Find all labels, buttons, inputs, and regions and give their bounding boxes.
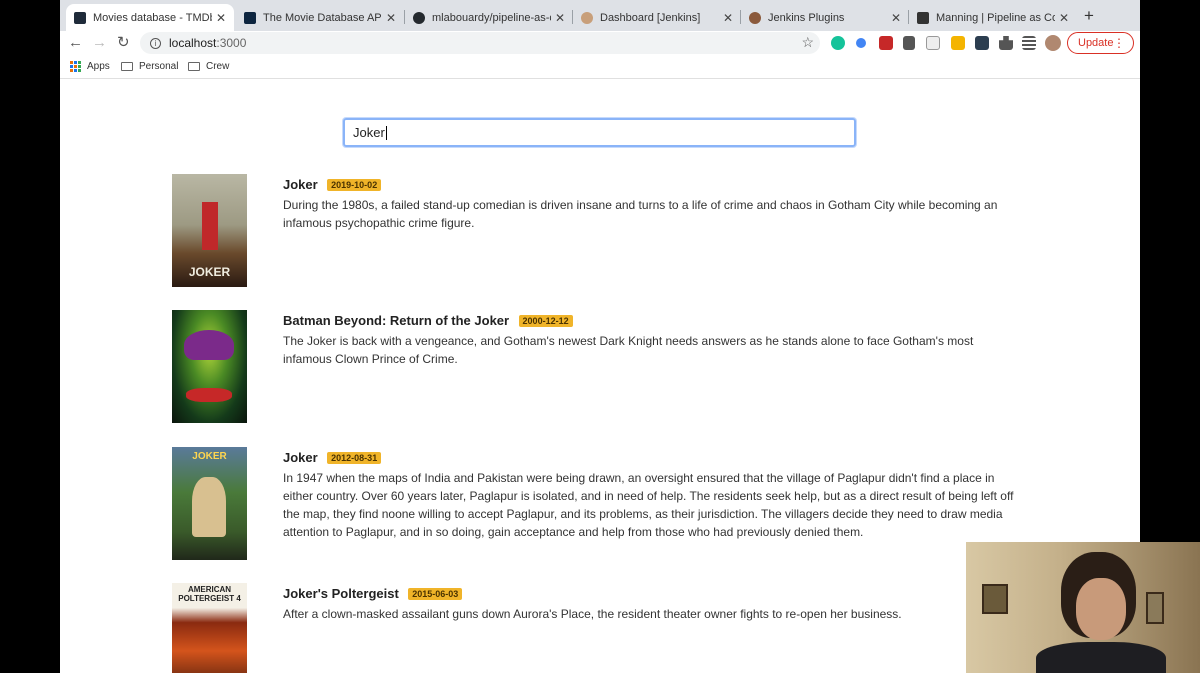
- search-value: Joker: [353, 125, 385, 140]
- close-icon[interactable]: ✕: [216, 11, 226, 25]
- media-queue-icon[interactable]: [1022, 36, 1036, 50]
- extension-c-icon[interactable]: [975, 36, 989, 50]
- movie-overview: The Joker is back with a vengeance, and …: [283, 334, 974, 366]
- tab-movie-database-api[interactable]: The Movie Database API ✕: [236, 4, 404, 31]
- close-icon[interactable]: ✕: [891, 11, 901, 25]
- tab-strip: Movies database - TMDb ✕ The Movie Datab…: [60, 0, 1140, 31]
- movie-title[interactable]: Joker: [283, 450, 318, 465]
- poster-figure: [202, 202, 218, 250]
- search-input[interactable]: Joker: [343, 118, 856, 147]
- bookmarks-bar: Apps Personal Crew: [60, 57, 1140, 79]
- react-icon: [74, 11, 86, 24]
- manning-icon: [917, 11, 929, 24]
- browser-toolbar: ← → ↻ i localhost:3000 ☆ Update ⋮: [60, 31, 1140, 57]
- extension-json-icon[interactable]: [926, 36, 940, 50]
- tab-github-pipeline[interactable]: mlabouardy/pipeline-as-code ✕: [405, 4, 573, 31]
- movie-info: Joker 2012-08-31 In 1947 when the maps o…: [283, 449, 1023, 541]
- bookmark-apps[interactable]: Apps: [70, 61, 110, 72]
- poster-figure: [192, 477, 226, 537]
- movie-overview: After a clown-masked assailant guns down…: [283, 607, 902, 621]
- github-icon: [413, 11, 425, 24]
- movie-poster: JOKER: [172, 447, 247, 560]
- release-date-badge: 2015-06-03: [408, 588, 463, 600]
- webcam-person-shirt: [1036, 642, 1166, 673]
- extension-yellow-icon[interactable]: [951, 36, 965, 50]
- extension-pen-icon[interactable]: [903, 36, 915, 50]
- webcam-person-face: [1076, 578, 1126, 640]
- movie-poster: [172, 310, 247, 423]
- movie-info: Batman Beyond: Return of the Joker 2000-…: [283, 312, 1023, 368]
- movie-overview: In 1947 when the maps of India and Pakis…: [283, 471, 1014, 539]
- update-label: Update: [1078, 37, 1114, 49]
- tab-title: Manning | Pipeline as Code: [936, 11, 1055, 24]
- release-date-badge: 2019-10-02: [327, 179, 382, 191]
- movie-info: Joker 2019-10-02 During the 1980s, a fai…: [283, 176, 1023, 232]
- bookmark-personal[interactable]: Personal: [121, 61, 178, 72]
- grammarly-icon[interactable]: [831, 36, 845, 50]
- reload-icon[interactable]: ↻: [117, 34, 130, 52]
- release-date-badge: 2000-12-12: [518, 315, 573, 327]
- jenkins-icon: [749, 11, 761, 24]
- poster-text: AMERICAN POLTERGEIST 4: [178, 585, 241, 603]
- tab-manning-pipeline[interactable]: Manning | Pipeline as Code ✕: [909, 4, 1077, 31]
- close-icon[interactable]: ✕: [386, 11, 396, 25]
- extensions-puzzle-icon[interactable]: [999, 36, 1013, 50]
- forward-arrow-icon[interactable]: →: [92, 34, 107, 52]
- movie-poster: AMERICAN POLTERGEIST 4: [172, 583, 247, 673]
- tmdb-icon: [244, 11, 256, 24]
- url-host: localhost: [169, 36, 217, 50]
- extension-red-icon[interactable]: [879, 36, 893, 50]
- movie-poster: JOKER: [172, 174, 247, 287]
- poster-figure: [186, 388, 232, 402]
- tab-jenkins-plugins[interactable]: Jenkins Plugins ✕: [741, 4, 909, 31]
- bookmark-crew[interactable]: Crew: [188, 61, 229, 72]
- bookmark-label: Personal: [139, 61, 179, 72]
- tab-title: Dashboard [Jenkins]: [600, 11, 701, 24]
- address-bar[interactable]: i localhost:3000 ☆: [140, 32, 820, 54]
- webcam-overlay: [966, 542, 1200, 673]
- tab-jenkins-dashboard[interactable]: Dashboard [Jenkins] ✕: [573, 4, 741, 31]
- poster-text: JOKER: [188, 265, 231, 279]
- movie-overview: During the 1980s, a failed stand-up come…: [283, 198, 998, 230]
- url-port: :3000: [216, 36, 247, 50]
- tab-title: The Movie Database API: [263, 11, 382, 24]
- back-arrow-icon[interactable]: ←: [68, 34, 83, 52]
- poster-text: JOKER: [192, 451, 227, 462]
- webcam-picture-frame: [982, 584, 1008, 614]
- bookmark-star-icon[interactable]: ☆: [801, 34, 814, 51]
- tab-title: Jenkins Plugins: [768, 11, 845, 24]
- text-cursor: [385, 125, 387, 140]
- tab-title: Movies database - TMDb: [93, 11, 212, 24]
- webcam-picture-frame: [1146, 592, 1164, 624]
- update-button[interactable]: Update ⋮: [1067, 32, 1134, 54]
- profile-avatar[interactable]: [1045, 35, 1061, 51]
- close-icon[interactable]: ✕: [555, 11, 565, 25]
- info-icon[interactable]: i: [150, 37, 161, 49]
- extension-dot-icon[interactable]: [856, 38, 866, 48]
- more-vert-icon[interactable]: ⋮: [1113, 36, 1125, 50]
- movie-title[interactable]: Joker's Poltergeist: [283, 586, 399, 601]
- close-icon[interactable]: ✕: [1059, 11, 1069, 25]
- tab-movies-database[interactable]: Movies database - TMDb ✕: [66, 4, 234, 31]
- poster-figure: [184, 330, 234, 360]
- movie-title[interactable]: Batman Beyond: Return of the Joker: [283, 313, 509, 328]
- movie-title[interactable]: Joker: [283, 177, 318, 192]
- tab-title: mlabouardy/pipeline-as-code: [432, 11, 551, 24]
- movie-info: Joker's Poltergeist 2015-06-03 After a c…: [283, 585, 1023, 623]
- new-tab-icon[interactable]: +: [1084, 6, 1094, 26]
- close-icon[interactable]: ✕: [723, 11, 733, 25]
- apps-grid-icon: [70, 61, 81, 72]
- bookmark-label: Apps: [87, 61, 110, 72]
- bookmark-label: Crew: [206, 61, 230, 72]
- folder-icon: [121, 62, 133, 71]
- folder-icon: [188, 62, 200, 71]
- release-date-badge: 2012-08-31: [327, 452, 382, 464]
- jenkins-icon: [581, 11, 593, 24]
